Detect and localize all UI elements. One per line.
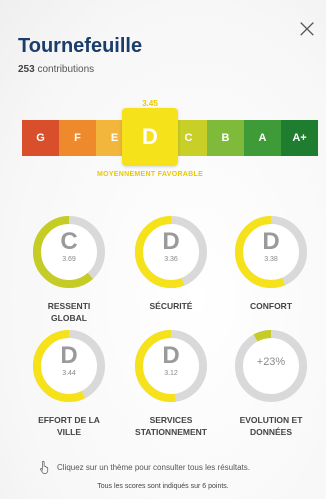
theme-confort[interactable]: D 3.38 CONFORT	[231, 212, 311, 312]
theme-label: SÉCURITÉ	[131, 300, 211, 312]
theme-label: CONFORT	[231, 300, 311, 312]
gauge-value: 3.38	[264, 256, 278, 263]
theme-label-line1: RESSENTI	[47, 301, 91, 311]
footnote: Tous les scores sont indiqués sur 6 poin…	[97, 483, 229, 490]
active-grade-badge: D	[122, 108, 178, 166]
gauge-letter: D	[162, 228, 180, 255]
gauge-letter: D	[162, 342, 180, 369]
hint-row: Cliquez sur un thème pour consulter tous…	[38, 460, 250, 474]
contributions-number: 253	[18, 64, 35, 75]
results-panel: × Tournefeuille 253 contributions 3.45 G…	[0, 0, 326, 499]
theme-label-line1: EFFORT DE LA	[38, 415, 100, 425]
theme-label-line1: EVOLUTION ET	[239, 415, 303, 425]
gauge-value: 3.12	[164, 370, 178, 377]
theme-label-line1: SERVICES	[149, 415, 193, 425]
theme-services-stationnement[interactable]: D 3.12 SERVICES STATIONNEMENT	[131, 326, 211, 438]
grade-a-plus: A+	[281, 120, 318, 156]
theme-evolution-et-donnees[interactable]: +23% EVOLUTION ET DONNÉES	[231, 326, 311, 438]
theme-label: SERVICES STATIONNEMENT	[131, 414, 211, 438]
theme-ressenti-global[interactable]: C 3.69 RESSENTI GLOBAL	[29, 212, 109, 324]
contributions-label: contributions	[37, 64, 95, 75]
overall-caption: MOYENNEMENT FAVORABLE	[96, 171, 204, 178]
theme-securite[interactable]: D 3.36 SÉCURITÉ	[131, 212, 211, 312]
gauge-value: 3.69	[62, 256, 76, 263]
theme-effort-de-la-ville[interactable]: D 3.44 EFFORT DE LA VILLE	[29, 326, 109, 438]
theme-label-line1: CONFORT	[249, 301, 293, 311]
grade-b: B	[207, 120, 244, 156]
theme-label-line2: STATIONNEMENT	[135, 427, 207, 437]
grade-g: G	[22, 120, 59, 156]
theme-label: EFFORT DE LA VILLE	[29, 414, 109, 438]
hint-text: Cliquez sur un thème pour consulter tous…	[57, 462, 250, 472]
gauge-value: 3.44	[62, 370, 76, 377]
theme-label-line2: DONNÉES	[249, 427, 293, 437]
hand-pointer-icon	[40, 460, 49, 474]
gauge-letter: D	[60, 342, 78, 369]
theme-label-line1: SÉCURITÉ	[149, 301, 193, 311]
gauge-percent: +23%	[256, 356, 286, 368]
city-title: Tournefeuille	[18, 35, 143, 57]
theme-label: RESSENTI GLOBAL	[29, 300, 109, 324]
contributions-count: 253 contributions	[18, 64, 94, 75]
overall-score: 3.45	[142, 99, 158, 108]
gauge-letter: D	[262, 228, 280, 255]
close-icon[interactable]: ×	[296, 16, 318, 42]
theme-label-line2: GLOBAL	[51, 313, 87, 323]
grade-a: A	[244, 120, 281, 156]
gauge-letter: C	[60, 228, 78, 255]
theme-label-line2: VILLE	[56, 427, 82, 437]
grade-f: F	[59, 120, 96, 156]
theme-label: EVOLUTION ET DONNÉES	[231, 414, 311, 438]
gauge-value: 3.36	[164, 256, 178, 263]
